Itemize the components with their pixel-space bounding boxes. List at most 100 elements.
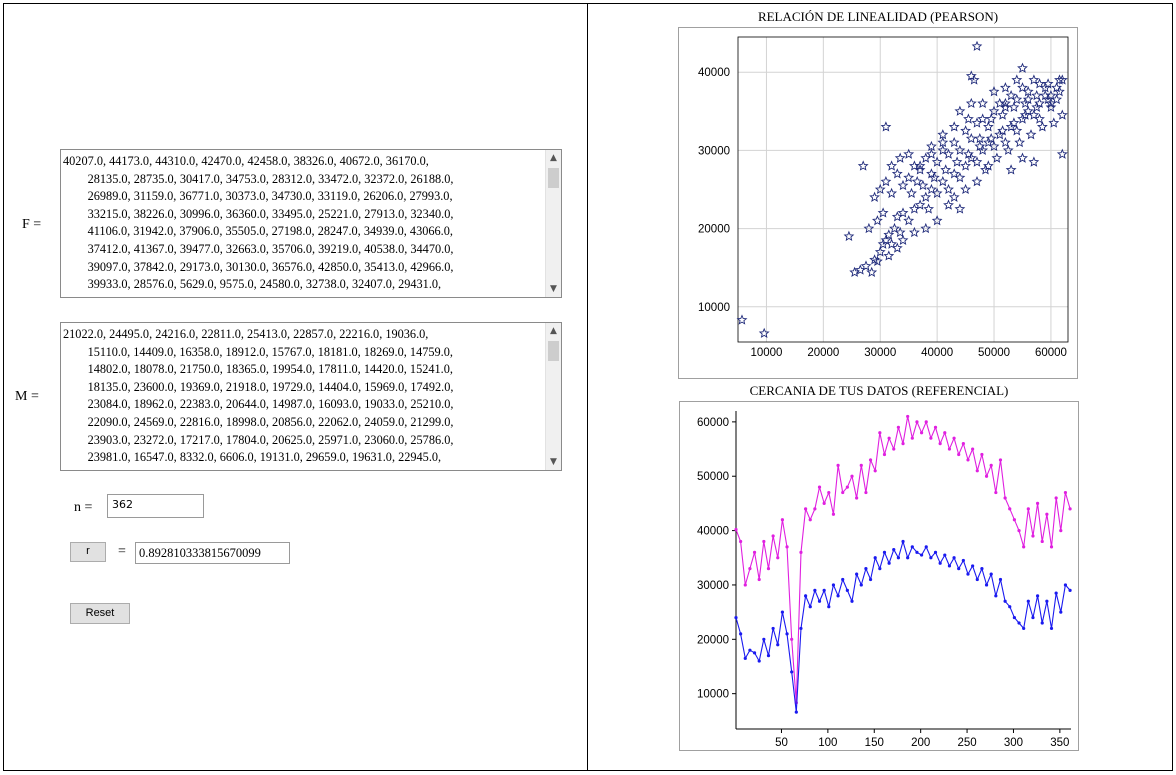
- series-point: [1012, 615, 1016, 620]
- series-point: [776, 556, 780, 560]
- series-point: [859, 463, 863, 467]
- series-point: [752, 651, 757, 655]
- x-tick-label: 60000: [1035, 347, 1067, 359]
- compute-r-button[interactable]: r: [70, 542, 106, 562]
- data-line: 33215.0, 38226.0, 30996.0, 36360.0, 3349…: [63, 206, 454, 221]
- scroll-down-arrow-icon[interactable]: ▼: [546, 281, 561, 297]
- series-point: [817, 485, 822, 489]
- f-data-text: 40207.0, 44173.0, 44310.0, 42470.0, 4245…: [63, 153, 543, 297]
- x-tick-label: 100: [818, 737, 837, 749]
- series-point: [1022, 545, 1026, 549]
- series-point: [799, 626, 803, 631]
- series-point: [882, 452, 887, 457]
- data-line: 22090.0, 24569.0, 22816.0, 18998.0, 2085…: [63, 414, 454, 429]
- series-point: [915, 420, 919, 424]
- series-point: [822, 501, 826, 506]
- series-point: [1049, 545, 1054, 549]
- scroll-down-arrow-icon[interactable]: ▼: [546, 454, 561, 470]
- series-point: [961, 558, 965, 563]
- series-point: [1054, 496, 1058, 500]
- series-point: [943, 553, 947, 557]
- series-point: [975, 577, 979, 582]
- n-field[interactable]: 362: [107, 494, 204, 518]
- series-point: [910, 436, 914, 440]
- series-point: [743, 583, 747, 587]
- series-point: [878, 567, 882, 571]
- y-tick-label: 40000: [698, 67, 730, 79]
- series-point: [799, 550, 803, 554]
- y-tick-label: 10000: [698, 302, 730, 314]
- series-point: [864, 567, 868, 571]
- series-point: [938, 442, 942, 446]
- scroll-up-arrow-icon[interactable]: ▲: [546, 150, 561, 166]
- series-point: [831, 512, 836, 516]
- series-point: [1031, 615, 1035, 620]
- series-point: [980, 567, 984, 571]
- series-point: [906, 414, 910, 419]
- series-point: [1012, 518, 1016, 522]
- data-line: 39097.0, 37842.0, 29173.0, 30130.0, 3657…: [63, 259, 454, 274]
- series-point: [1003, 496, 1007, 500]
- data-line: 26989.0, 31159.0, 36771.0, 30373.0, 3473…: [63, 189, 453, 204]
- m-data-textarea[interactable]: 21022.0, 24495.0, 24216.0, 22811.0, 2541…: [60, 322, 562, 471]
- data-line: 23084.0, 18962.0, 22383.0, 20644.0, 1498…: [63, 397, 454, 412]
- x-tick-label: 20000: [807, 347, 839, 359]
- x-tick-label: 150: [865, 737, 884, 749]
- series-point: [1022, 626, 1026, 631]
- f-data-textarea[interactable]: 40207.0, 44173.0, 44310.0, 42470.0, 4245…: [60, 149, 562, 298]
- y-tick-label: 30000: [698, 145, 730, 157]
- m-scrollbar[interactable]: ▲ ▼: [545, 323, 561, 470]
- series-point: [771, 626, 775, 631]
- reset-button[interactable]: Reset: [70, 603, 130, 624]
- x-tick-label: 40000: [921, 347, 953, 359]
- x-tick-label: 200: [911, 737, 930, 749]
- series-point: [855, 496, 859, 500]
- series-point: [748, 648, 752, 652]
- scroll-thumb[interactable]: [548, 168, 559, 188]
- series-point: [989, 463, 993, 467]
- series-point: [831, 583, 836, 587]
- series-point: [1068, 588, 1072, 592]
- series-point: [757, 577, 761, 582]
- scroll-thumb[interactable]: [548, 341, 559, 361]
- equals-label: =: [118, 544, 126, 559]
- scroll-up-arrow-icon[interactable]: ▲: [546, 323, 561, 339]
- series-point: [980, 452, 984, 457]
- series-point: [868, 577, 873, 582]
- series-point: [743, 656, 747, 660]
- series-point: [827, 605, 831, 609]
- series-point: [919, 431, 924, 435]
- data-line: 21022.0, 24495.0, 24216.0, 22811.0, 2541…: [63, 327, 429, 341]
- x-tick-label: 30000: [864, 347, 896, 359]
- series-point: [734, 615, 738, 620]
- series-point: [901, 539, 905, 544]
- series-point: [1049, 626, 1054, 631]
- data-line: 40207.0, 44173.0, 44310.0, 42470.0, 4245…: [63, 154, 429, 168]
- y-tick-label: 50000: [697, 471, 729, 483]
- series-point: [836, 463, 840, 467]
- series-point: [961, 442, 965, 446]
- series-point: [813, 507, 817, 511]
- series-point: [873, 556, 877, 560]
- scatter-chart-title: RELACIÓN DE LINEALIDAD (PEARSON): [757, 9, 999, 24]
- series-point: [878, 431, 882, 435]
- series-point: [785, 632, 789, 636]
- series-point: [813, 588, 817, 592]
- x-tick-label: 250: [957, 737, 976, 749]
- series-point: [933, 550, 938, 554]
- series-point: [952, 556, 956, 560]
- x-tick-label: 300: [1004, 737, 1023, 749]
- series-point: [822, 588, 826, 592]
- f-scrollbar[interactable]: ▲ ▼: [545, 150, 561, 297]
- input-panel: F = 40207.0, 44173.0, 44310.0, 42470.0, …: [3, 3, 588, 771]
- series-point: [739, 539, 743, 544]
- series-point: [1008, 605, 1012, 609]
- series-point: [910, 545, 914, 549]
- series-point: [817, 599, 822, 603]
- series-point: [808, 518, 812, 522]
- series-point: [998, 577, 1003, 582]
- y-tick-label: 60000: [697, 417, 729, 429]
- series-point: [850, 599, 854, 603]
- series-point: [971, 564, 975, 568]
- series-point: [780, 610, 784, 614]
